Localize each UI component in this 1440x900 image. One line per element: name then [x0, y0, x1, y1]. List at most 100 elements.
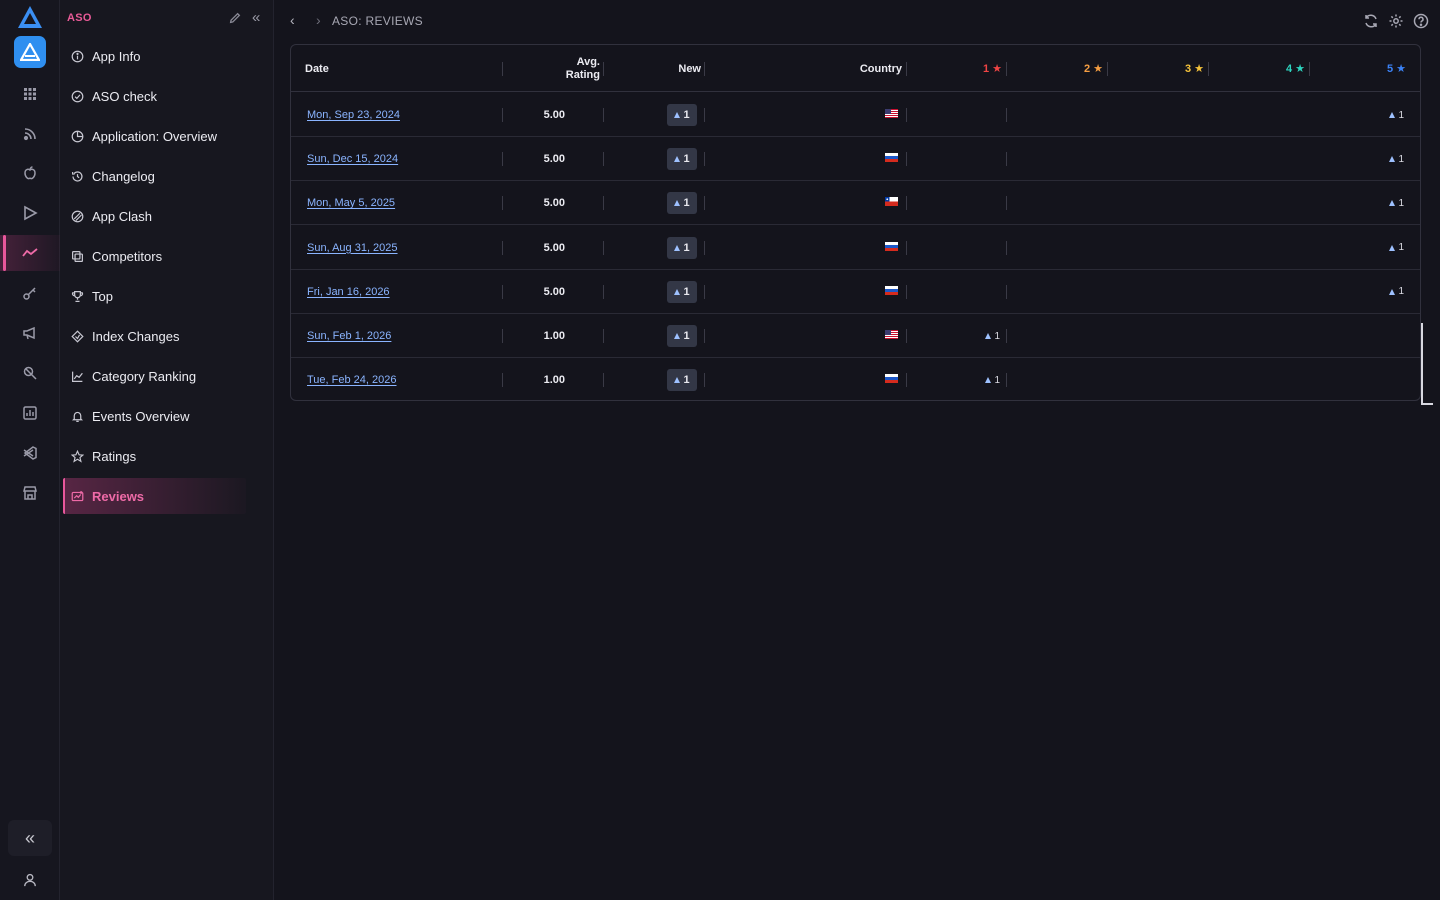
column-divider	[502, 152, 503, 167]
country-flag-icon	[885, 109, 898, 121]
new-count-badge[interactable]: 1	[667, 325, 697, 347]
new-count-badge[interactable]: 1	[667, 280, 697, 303]
megaphone-icon[interactable]	[0, 315, 60, 351]
back-chevron-icon[interactable]: ‹	[290, 12, 295, 28]
review-date-link[interactable]: Sun, Feb 1, 2026	[307, 330, 391, 342]
column-header-2-star[interactable]: 2 ★	[1031, 45, 1103, 92]
check-circle-icon	[71, 90, 84, 103]
sidebar-item-application-overview[interactable]: Application: Overview	[63, 118, 246, 154]
column-divider	[1107, 62, 1108, 76]
user-icon[interactable]	[0, 866, 60, 894]
app-icon[interactable]	[14, 36, 46, 68]
report-icon[interactable]	[0, 395, 60, 431]
column-divider	[906, 240, 907, 255]
new-count-badge[interactable]: 1	[667, 192, 697, 215]
new-count-badge[interactable]: 1	[667, 236, 697, 259]
play-icon[interactable]	[0, 195, 60, 231]
column-header-5-star[interactable]: 5 ★	[1331, 45, 1406, 92]
column-header-4-star[interactable]: 4 ★	[1231, 45, 1305, 92]
scrollbar[interactable]	[1421, 323, 1433, 405]
column-divider	[704, 196, 705, 211]
star-count: 1	[1389, 198, 1404, 209]
column-divider	[603, 62, 604, 76]
sidebar-item-events-overview[interactable]: Events Overview	[63, 398, 246, 434]
history-icon	[71, 170, 84, 183]
column-divider	[1006, 284, 1007, 299]
sidebar-item-label: Changelog	[92, 168, 155, 184]
column-header-avg-rating[interactable]: Avg. Rating	[521, 45, 600, 92]
sidebar-item-category-ranking[interactable]: Category Ranking	[63, 358, 246, 394]
rss-icon[interactable]	[0, 116, 60, 152]
table-row[interactable]: Tue, Feb 24, 2026 1.00 1 1	[291, 358, 1420, 402]
star-count-value: 1	[1398, 197, 1404, 209]
sidebar-item-top[interactable]: Top	[63, 278, 246, 314]
trend-icon[interactable]	[0, 235, 60, 271]
sidebar-item-index-changes[interactable]: Index Changes	[63, 318, 246, 354]
column-divider	[603, 284, 604, 299]
store-icon[interactable]	[0, 475, 60, 511]
review-date-link[interactable]: Tue, Feb 24, 2026	[307, 374, 397, 386]
table-row[interactable]: Mon, Sep 23, 2024 5.00 1 1	[291, 93, 1420, 137]
table-row[interactable]: Mon, May 5, 2025 5.00 1 1	[291, 181, 1420, 226]
star-count: 1	[1389, 110, 1404, 121]
country-flag-icon	[885, 241, 898, 254]
column-header-3-star[interactable]: 3 ★	[1131, 45, 1204, 92]
table-row[interactable]: Sun, Dec 15, 2024 5.00 1 1	[291, 137, 1420, 182]
sidebar-item-app-clash[interactable]: App Clash	[63, 198, 246, 234]
help-icon[interactable]	[1413, 13, 1429, 29]
country-flag-icon	[885, 197, 898, 209]
new-count-badge[interactable]: 1	[667, 148, 697, 171]
review-date-link[interactable]: Sun, Dec 15, 2024	[307, 153, 398, 165]
clash-icon	[71, 210, 84, 223]
table-row[interactable]: Fri, Jan 16, 2026 5.00 1 1	[291, 270, 1420, 314]
sidebar-item-changelog[interactable]: Changelog	[63, 158, 246, 194]
column-header-1-star[interactable]: 1 ★	[931, 45, 1002, 92]
new-count-value: 1	[683, 330, 690, 342]
new-count-badge[interactable]: 1	[667, 369, 697, 392]
refresh-icon[interactable]	[1363, 13, 1379, 29]
sidebar-item-aso-check[interactable]: ASO check	[63, 78, 246, 114]
review-date-link[interactable]: Fri, Jan 16, 2026	[307, 286, 390, 298]
avg-rating-value: 5.00	[543, 153, 565, 166]
sidebar-item-label: App Info	[92, 48, 141, 64]
collapse-sidebar-icon[interactable]: «	[252, 9, 260, 26]
collapse-rail-button[interactable]: «	[8, 820, 52, 856]
review-date-link[interactable]: Mon, Sep 23, 2024	[307, 109, 400, 121]
sidebar-item-competitors[interactable]: Competitors	[63, 238, 246, 274]
up-arrow-icon	[1389, 156, 1396, 163]
sidebar-item-label: Ratings	[92, 448, 137, 464]
star-icon: ★	[1093, 63, 1103, 75]
grid-icon[interactable]	[0, 76, 60, 112]
avg-rating-value: 5.00	[543, 285, 565, 298]
sidebar-item-reviews[interactable]: Reviews	[63, 478, 246, 514]
vscode-icon[interactable]	[0, 435, 60, 471]
sidebar-item-label: Events Overview	[92, 408, 190, 424]
sidebar-item-app-info[interactable]: App Info	[63, 38, 246, 74]
key-icon[interactable]	[0, 275, 60, 311]
column-header-date[interactable]: Date	[305, 45, 405, 92]
bell-icon	[71, 410, 84, 423]
review-date-link[interactable]: Sun, Aug 31, 2025	[307, 242, 398, 254]
country-flag-icon	[885, 285, 898, 298]
column-divider	[906, 284, 907, 299]
sidebar-item-label: ASO check	[92, 88, 158, 104]
apple-icon[interactable]	[0, 155, 60, 191]
edit-icon[interactable]	[228, 11, 242, 25]
sidebar-item-ratings[interactable]: Ratings	[63, 438, 246, 474]
search-tools-icon[interactable]	[0, 355, 60, 391]
table-row[interactable]: Sun, Feb 1, 2026 1.00 1 1	[291, 314, 1420, 358]
new-count-badge[interactable]: 1	[667, 104, 697, 126]
column-divider	[502, 108, 503, 122]
column-header-new[interactable]: New	[621, 45, 701, 92]
table-row[interactable]: Sun, Aug 31, 2025 5.00 1 1	[291, 226, 1420, 270]
gear-icon[interactable]	[1388, 13, 1404, 29]
logo-icon[interactable]	[17, 5, 43, 29]
column-header-country[interactable]: Country	[721, 45, 902, 92]
up-arrow-icon	[674, 244, 681, 251]
star-icon	[71, 449, 84, 463]
column-divider	[704, 152, 705, 167]
column-divider	[906, 108, 907, 122]
column-divider	[603, 373, 604, 388]
column-divider	[502, 196, 503, 211]
review-date-link[interactable]: Mon, May 5, 2025	[307, 197, 395, 209]
